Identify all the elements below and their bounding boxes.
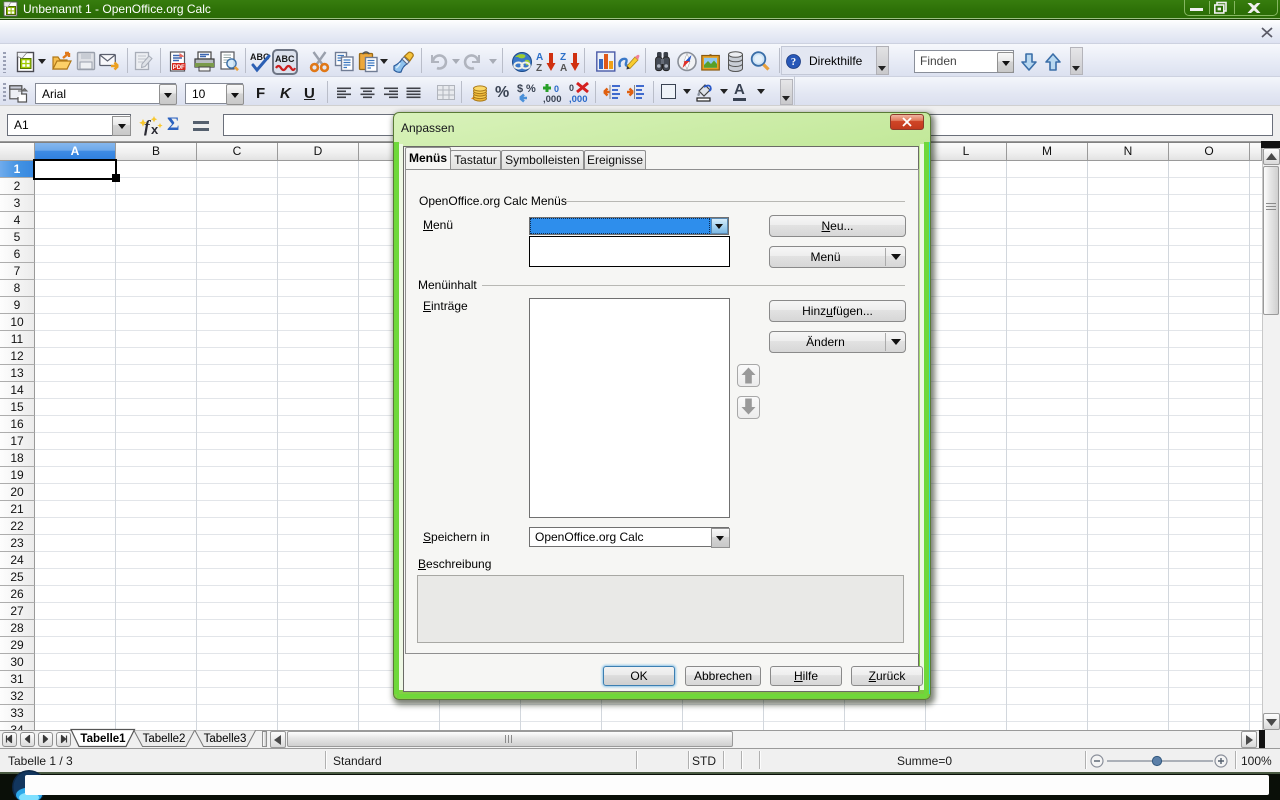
- svg-text:$: $: [517, 83, 523, 95]
- svg-text:,000: ,000: [543, 94, 562, 105]
- svg-text:0: 0: [554, 84, 559, 94]
- svg-text:Tabelle1: Tabelle1: [80, 733, 126, 745]
- svg-text:Z: Z: [560, 52, 566, 63]
- svg-text:A: A: [560, 63, 567, 74]
- svg-text:Tabelle2: Tabelle2: [143, 733, 186, 745]
- svg-text:x: x: [151, 122, 159, 137]
- svg-text:Tabelle3: Tabelle3: [204, 733, 247, 745]
- svg-text:A: A: [536, 52, 543, 63]
- svg-text:%: %: [526, 83, 536, 95]
- svg-text:,000: ,000: [569, 94, 588, 105]
- svg-text:?: ?: [791, 57, 796, 68]
- svg-text:PDF: PDF: [173, 65, 185, 71]
- svg-text:ABC: ABC: [275, 54, 295, 64]
- svg-text:Z: Z: [536, 63, 542, 74]
- svg-text:0: 0: [569, 83, 574, 93]
